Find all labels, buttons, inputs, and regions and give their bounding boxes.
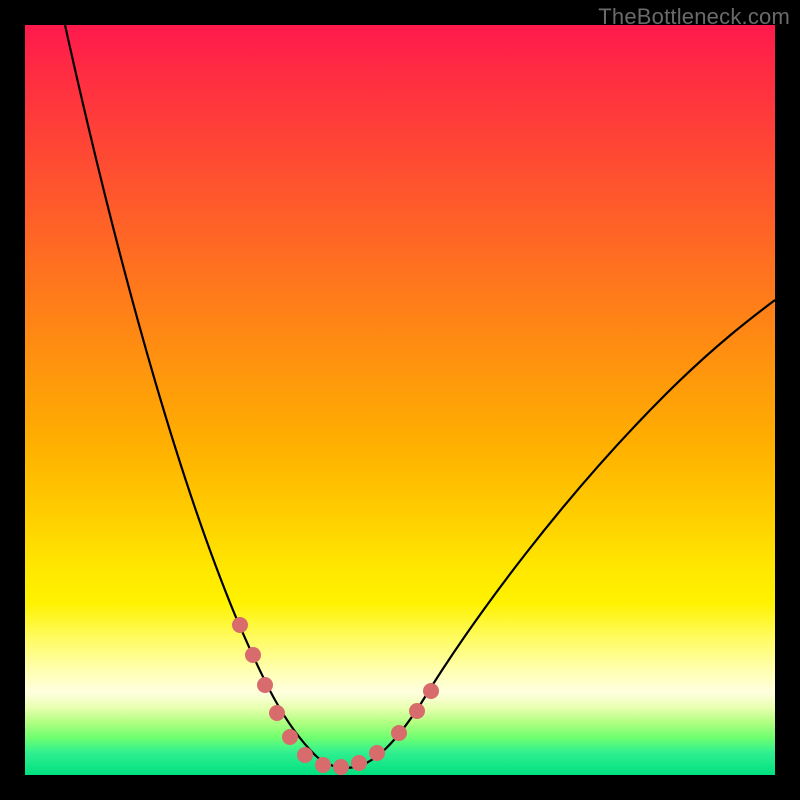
bottleneck-curve bbox=[25, 25, 775, 775]
attribution-label: TheBottleneck.com bbox=[598, 4, 790, 30]
highlight-dots bbox=[232, 617, 439, 775]
curve-path bbox=[65, 25, 775, 768]
chart-area bbox=[25, 25, 775, 775]
